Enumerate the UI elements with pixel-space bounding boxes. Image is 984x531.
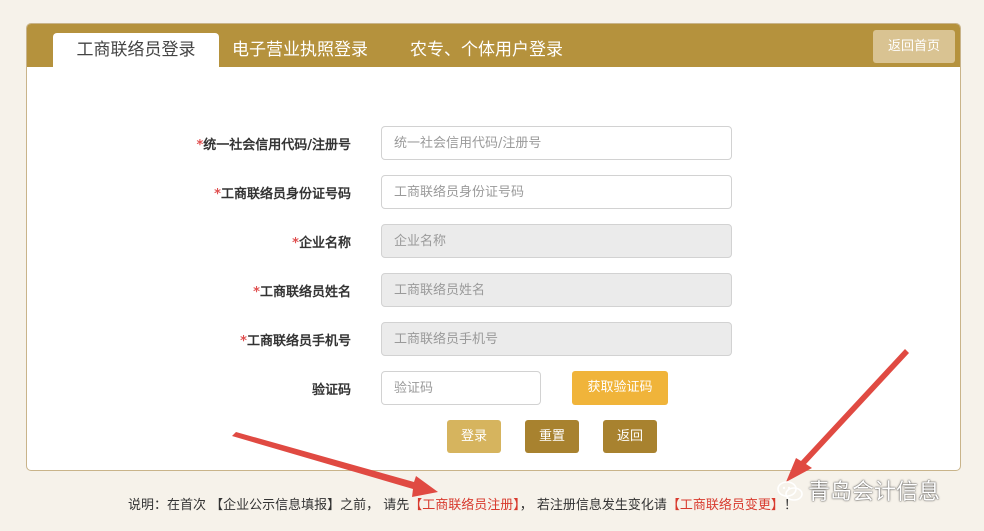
credit-code-input[interactable] bbox=[381, 126, 732, 160]
credit-code-label-text: 统一社会信用代码/注册号 bbox=[203, 138, 351, 153]
id-number-label-text: 工商联络员身份证号码 bbox=[220, 187, 351, 202]
liaison-change-link[interactable]: 【工商联络员变更】 bbox=[667, 498, 784, 513]
reset-button[interactable]: 重置 bbox=[525, 420, 579, 453]
captcha-input[interactable] bbox=[381, 371, 541, 405]
liaison-phone-label-text: 工商联络员手机号 bbox=[246, 334, 351, 349]
liaison-phone-input bbox=[381, 322, 732, 356]
id-number-label: *工商联络员身份证号码 bbox=[111, 183, 351, 202]
required-mark: * bbox=[240, 334, 247, 349]
tab-liaison-login[interactable]: 工商联络员登录 bbox=[53, 33, 219, 67]
note-middle: ， 若注册信息发生变化请 bbox=[519, 498, 667, 513]
required-mark: * bbox=[214, 187, 221, 202]
instruction-note: 说明：在首次 【企业公示信息填报】之前， 请先【工商联络员注册】， 若注册信息发… bbox=[128, 494, 797, 513]
required-mark: * bbox=[253, 285, 260, 300]
back-button[interactable]: 返回 bbox=[603, 420, 657, 453]
tab-farmer-individual-login[interactable]: 农专、个体用户登录 bbox=[410, 33, 563, 67]
company-name-input bbox=[381, 224, 732, 258]
note-prefix: 说明：在首次 【企业公示信息填报】之前， 请先 bbox=[128, 498, 410, 513]
watermark-text: 青岛会计信息 bbox=[808, 480, 941, 505]
required-mark: * bbox=[292, 236, 299, 251]
wechat-icon bbox=[777, 481, 803, 501]
company-name-label: *企业名称 bbox=[111, 232, 351, 251]
wechat-watermark: 青岛会计信息 bbox=[776, 474, 940, 506]
id-number-input[interactable] bbox=[381, 175, 732, 209]
captcha-label: 验证码 bbox=[311, 383, 351, 398]
liaison-name-label-text: 工商联络员姓名 bbox=[259, 285, 351, 300]
liaison-register-link[interactable]: 【工商联络员注册】 bbox=[409, 498, 520, 513]
login-button[interactable]: 登录 bbox=[447, 420, 501, 453]
liaison-name-input bbox=[381, 273, 732, 307]
back-to-home-button[interactable]: 返回首页 bbox=[873, 30, 955, 63]
liaison-name-label: *工商联络员姓名 bbox=[111, 281, 351, 300]
get-captcha-button[interactable]: 获取验证码 bbox=[572, 371, 668, 405]
credit-code-label: *统一社会信用代码/注册号 bbox=[111, 134, 351, 153]
tab-e-license-login[interactable]: 电子营业执照登录 bbox=[232, 33, 368, 67]
liaison-phone-label: *工商联络员手机号 bbox=[111, 330, 351, 349]
tab-header: 工商联络员登录 电子营业执照登录 农专、个体用户登录 返回首页 bbox=[27, 24, 960, 67]
company-name-label-text: 企业名称 bbox=[298, 236, 351, 251]
